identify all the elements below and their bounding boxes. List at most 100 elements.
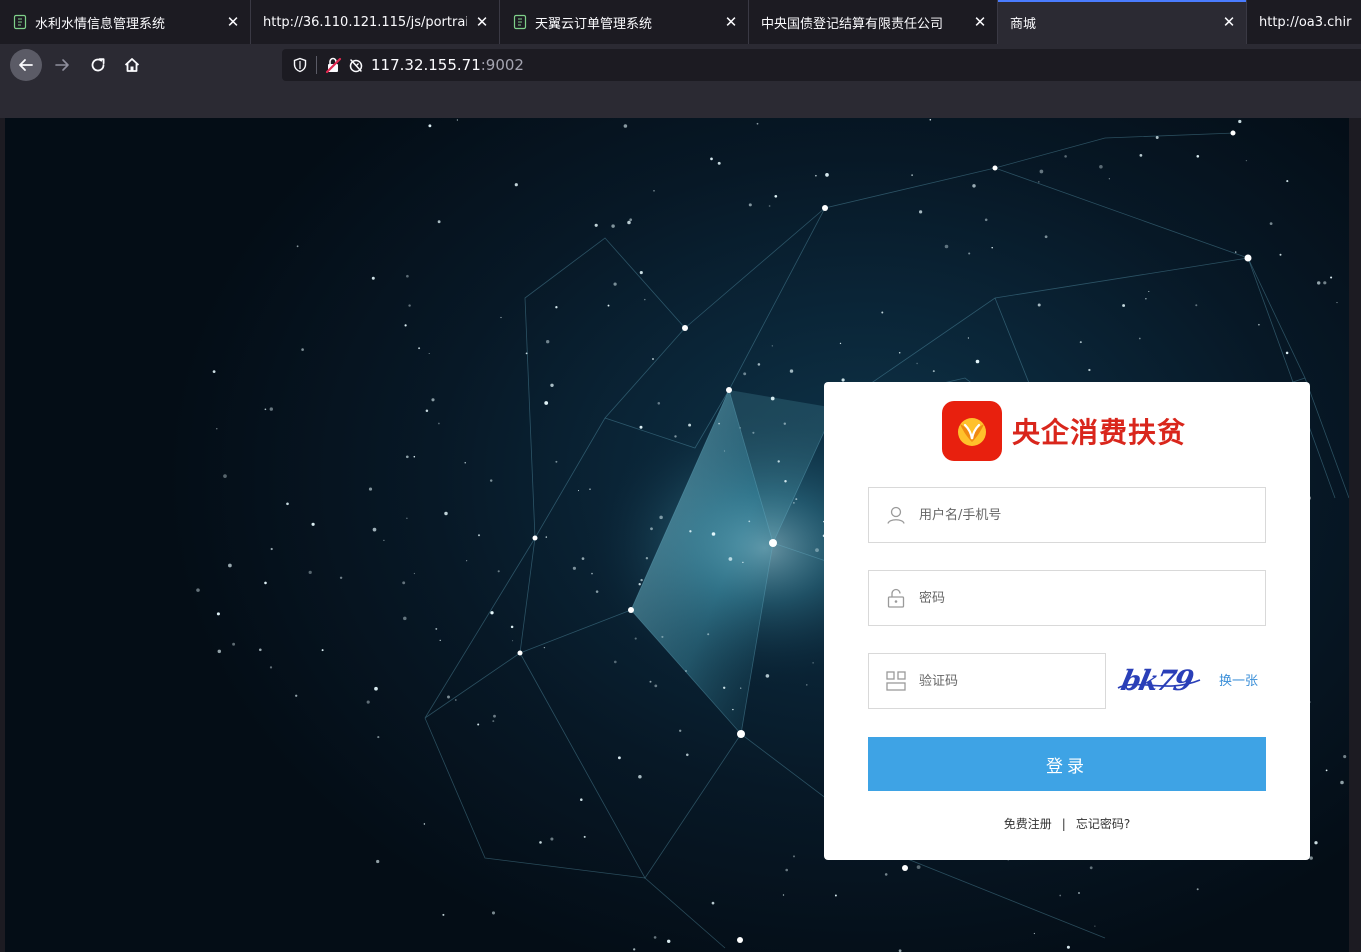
tab-oa3[interactable]: http://oa3.chir (1247, 0, 1361, 44)
star (611, 224, 615, 228)
star (1064, 155, 1067, 158)
brand: 央企消费扶贫 (942, 400, 1186, 462)
star (594, 223, 598, 227)
star (785, 868, 789, 872)
star (228, 563, 232, 568)
star (711, 532, 716, 536)
close-icon[interactable]: ✕ (1220, 13, 1238, 31)
star (812, 662, 814, 664)
star (1258, 323, 1260, 326)
register-link[interactable]: 免费注册 (1004, 817, 1052, 831)
star (743, 372, 747, 376)
star (492, 720, 495, 723)
star (1330, 276, 1333, 279)
star (544, 401, 549, 405)
star (404, 324, 407, 327)
star (1279, 253, 1282, 256)
forgot-password-link[interactable]: 忘记密码? (1076, 817, 1130, 831)
star (627, 220, 631, 225)
page-viewport: 央企消费扶贫 bk79 换一张 登录 免费注册 | 忘记密码? (5, 118, 1349, 952)
address-bar[interactable]: 117.32.155.71:9002 (282, 49, 1361, 81)
home-button[interactable] (116, 49, 148, 81)
password-input[interactable] (919, 571, 1265, 625)
captcha-image[interactable]: bk79 (1116, 660, 1202, 702)
star (1145, 298, 1147, 300)
star (1195, 304, 1198, 307)
star (454, 699, 457, 701)
star (710, 157, 713, 161)
star (406, 517, 408, 519)
shield-icon[interactable] (292, 57, 308, 73)
tab-portrait[interactable]: http://36.110.121.115/js/portrait ✕ (251, 0, 500, 44)
star (269, 666, 273, 669)
tab-order-system[interactable]: 天翼云订单管理系统 ✕ (500, 0, 749, 44)
close-icon[interactable]: ✕ (722, 13, 740, 31)
star (774, 194, 778, 198)
tab-mall[interactable]: 商城 ✕ (998, 0, 1247, 44)
star (546, 340, 550, 344)
star (1245, 159, 1248, 162)
star (374, 686, 378, 691)
permissions-icon[interactable] (347, 56, 365, 74)
auth-links: 免费注册 | 忘记密码? (824, 815, 1310, 832)
password-field[interactable] (868, 570, 1266, 626)
tab-water-system[interactable]: 水利水情信息管理系统 ✕ (0, 0, 251, 44)
star (258, 648, 262, 652)
captcha-input[interactable] (919, 654, 1105, 708)
star (1079, 341, 1082, 344)
star (718, 422, 720, 425)
star (1138, 337, 1141, 340)
tab-title: 中央国债登记结算有限责任公司 (761, 16, 944, 32)
star (435, 627, 438, 630)
insecure-lock-icon[interactable] (325, 56, 343, 74)
star (1343, 755, 1347, 759)
star (1286, 180, 1289, 183)
star (371, 276, 375, 280)
brand-logo (942, 401, 1002, 461)
reload-button[interactable] (82, 49, 114, 81)
star (444, 511, 448, 516)
tab-bond-company[interactable]: 中央国债登记结算有限责任公司 ✕ (749, 0, 998, 44)
star (1108, 178, 1110, 180)
star (269, 407, 273, 411)
star (376, 859, 380, 864)
close-icon[interactable]: ✕ (971, 13, 989, 31)
star (216, 612, 220, 616)
star (581, 557, 585, 560)
refresh-captcha-link[interactable]: 换一张 (1219, 670, 1258, 689)
login-card: 央企消费扶贫 bk79 换一张 登录 免费注册 | 忘记密码? (824, 382, 1310, 860)
star (464, 462, 466, 464)
star (339, 576, 343, 580)
star (477, 534, 481, 537)
home-icon (124, 58, 140, 72)
close-icon[interactable]: ✕ (473, 13, 491, 31)
star (295, 694, 298, 697)
star (968, 252, 971, 255)
star (555, 306, 558, 309)
captcha-field[interactable] (868, 653, 1106, 709)
star (742, 561, 744, 564)
star (1039, 169, 1044, 174)
forward-button[interactable] (46, 49, 78, 81)
star (490, 611, 494, 615)
back-button[interactable] (10, 49, 42, 81)
star (196, 588, 200, 592)
star (839, 342, 842, 345)
star (617, 756, 621, 760)
login-button[interactable]: 登录 (868, 737, 1266, 791)
star (688, 423, 692, 427)
star (270, 547, 273, 551)
close-icon[interactable]: ✕ (224, 13, 242, 31)
star (321, 649, 324, 652)
star (1336, 302, 1338, 304)
star (916, 362, 918, 365)
star (405, 455, 409, 459)
star (732, 708, 734, 711)
link-separator: | (1061, 817, 1066, 831)
star (1038, 181, 1040, 183)
star (425, 409, 429, 413)
username-input[interactable] (919, 488, 1265, 542)
username-field[interactable] (868, 487, 1266, 543)
star (789, 369, 794, 373)
star (223, 474, 227, 478)
